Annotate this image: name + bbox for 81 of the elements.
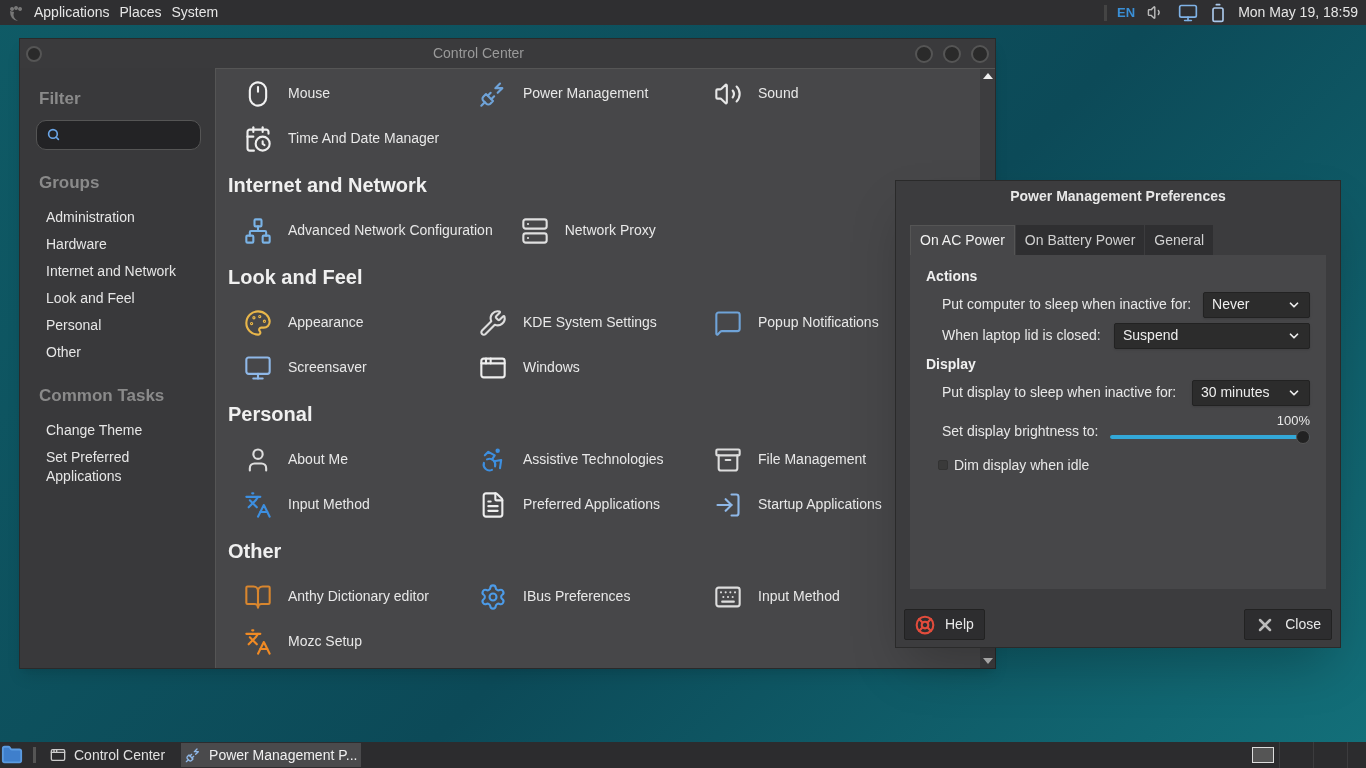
tab[interactable]: On Battery Power (1015, 225, 1145, 255)
control-center-item[interactable]: Anthy Dictionary editor (288, 586, 429, 607)
tab[interactable]: On AC Power (910, 225, 1015, 255)
control-center-item[interactable]: Time And Date Manager (288, 128, 440, 149)
filter-field[interactable] (36, 119, 201, 150)
group-heading: Actions (925, 266, 979, 286)
sidebar-heading: Filter (39, 88, 82, 110)
search-icon (47, 128, 60, 141)
control-center-item[interactable]: Advanced Network Configuration (288, 220, 493, 241)
cabinet-icon (714, 445, 742, 474)
brightness-slider[interactable] (1110, 430, 1310, 444)
group-link[interactable]: Look and Feel (46, 288, 201, 315)
group-link[interactable]: Administration (46, 207, 201, 234)
task-link[interactable]: Set Preferred Applications (46, 447, 201, 486)
setting-label: When laptop lid is closed: (942, 326, 1101, 345)
plug-icon (185, 747, 202, 763)
control-center-item[interactable]: Startup Applications (758, 494, 882, 515)
control-center-item[interactable]: KDE System Settings (523, 312, 657, 333)
dropdown[interactable]: Suspend (1114, 322, 1310, 349)
language-icon (244, 627, 272, 656)
login-icon (714, 490, 742, 519)
control-center-item[interactable]: Network Proxy (564, 220, 656, 241)
window-icon (50, 747, 66, 763)
close-dialog-button[interactable]: Close (1244, 609, 1332, 640)
calendar-icon (244, 124, 272, 153)
section-heading: Internet and Network (228, 172, 427, 198)
dialog-title: Power Management Preferences (1009, 186, 1227, 206)
wrench-icon (479, 308, 507, 337)
group-heading: Display (925, 354, 977, 374)
control-center-item[interactable]: Assistive Technologies (523, 449, 664, 470)
setting-label: Put computer to sleep when inactive for: (942, 295, 1192, 314)
brightness-reading: 100% (1276, 414, 1310, 427)
section-heading: Personal (228, 401, 313, 427)
taskbar-handle (33, 747, 36, 763)
book-icon (244, 582, 272, 611)
language-icon (244, 490, 272, 519)
folder-icon[interactable] (1, 744, 23, 766)
dropdown[interactable]: Never (1203, 291, 1310, 318)
control-center-item[interactable]: Preferred Applications (523, 494, 660, 515)
control-center-item[interactable]: Input Method (758, 586, 840, 607)
dropdown[interactable]: 30 minutes (1192, 379, 1310, 406)
control-center-item[interactable]: About Me (288, 449, 348, 470)
gear-icon (479, 582, 507, 611)
control-center-item[interactable]: Mozc Setup (288, 631, 362, 652)
control-center-item[interactable]: Popup Notifications (758, 312, 879, 333)
control-center-item[interactable]: Windows (523, 357, 580, 378)
group-link[interactable]: Hardware (46, 234, 201, 261)
lifebuoy-icon (915, 614, 935, 635)
panel-menu[interactable]: System (171, 2, 219, 23)
panel-menu[interactable]: Applications (34, 2, 110, 23)
control-center-item[interactable]: Appearance (288, 312, 364, 333)
checkbox-label: Dim display when idle (954, 455, 1090, 475)
sidebar-heading: Common Tasks (39, 385, 166, 407)
control-center-item[interactable]: Input Method (288, 494, 370, 515)
window-title: Control Center (431, 44, 525, 63)
keyboard-layout-indicator[interactable]: EN (1117, 2, 1136, 23)
tab[interactable]: General (1145, 225, 1214, 255)
group-link[interactable]: Internet and Network (46, 261, 201, 288)
taskbar-task[interactable]: Control Center (46, 743, 170, 767)
section-heading: Look and Feel (228, 264, 363, 290)
group-link[interactable]: Personal (46, 315, 201, 342)
clock[interactable]: Mon May 19, 18:59 (1238, 2, 1358, 23)
message-icon (714, 308, 742, 337)
setting-label: Set display brightness to: (942, 422, 1099, 441)
palette-icon (244, 308, 272, 337)
control-center-item[interactable]: Screensaver (288, 357, 367, 378)
control-center-item[interactable]: Mouse (288, 83, 331, 104)
control-center-item[interactable]: Power Management (523, 83, 649, 104)
help-button[interactable]: Help (904, 609, 985, 640)
taskbar-task[interactable]: Power Management P... (181, 743, 362, 767)
control-center-item[interactable]: File Management (758, 449, 867, 470)
section-heading: Other (228, 538, 282, 564)
control-center-item[interactable]: IBus Preferences (523, 586, 631, 607)
panel-menu[interactable]: Places (119, 2, 162, 23)
setting-label: Put display to sleep when inactive for: (942, 383, 1177, 402)
sidebar-heading: Groups (39, 171, 101, 194)
monitor-icon (244, 353, 272, 382)
task-link[interactable]: Change Theme (46, 420, 201, 440)
server-icon (520, 216, 549, 245)
group-link[interactable]: Other (46, 342, 201, 369)
control-center-item[interactable]: Sound (758, 83, 799, 104)
